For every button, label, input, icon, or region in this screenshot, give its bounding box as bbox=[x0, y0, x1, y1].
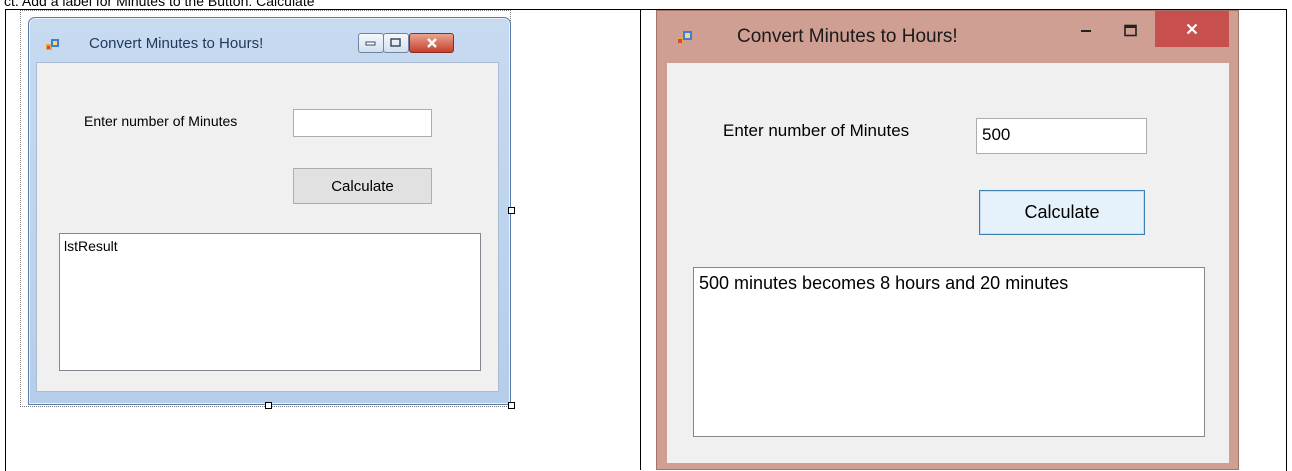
app-icon bbox=[677, 31, 692, 44]
document-text-fragment: ct. Add a label for Minutes to the Butto… bbox=[4, 0, 315, 9]
maximize-icon bbox=[1124, 24, 1137, 37]
resize-handle-corner[interactable] bbox=[508, 402, 515, 409]
right-calculate-button[interactable]: Calculate bbox=[979, 190, 1145, 235]
table-column-divider bbox=[640, 9, 641, 470]
minimize-icon bbox=[365, 41, 376, 46]
minimize-icon bbox=[1081, 30, 1091, 32]
maximize-icon bbox=[390, 38, 401, 47]
right-minutes-input[interactable]: 500 bbox=[976, 118, 1147, 154]
right-minutes-label: Enter number of Minutes bbox=[723, 121, 910, 140]
left-minutes-input[interactable] bbox=[293, 109, 432, 137]
right-window-title: Convert Minutes to Hours! bbox=[737, 26, 958, 47]
close-icon bbox=[1186, 23, 1198, 35]
left-result-listbox[interactable]: lstResult bbox=[59, 233, 481, 371]
left-window-title: Convert Minutes to Hours! bbox=[89, 35, 264, 52]
right-maximize-button[interactable] bbox=[1114, 18, 1148, 44]
left-maximize-button[interactable] bbox=[383, 33, 409, 53]
right-minimize-button[interactable] bbox=[1069, 18, 1103, 44]
close-icon bbox=[426, 38, 437, 48]
left-minimize-button[interactable] bbox=[358, 33, 384, 53]
resize-handle-right[interactable] bbox=[508, 207, 515, 214]
right-result-listbox[interactable]: 500 minutes becomes 8 hours and 20 minut… bbox=[693, 267, 1205, 437]
left-close-button[interactable] bbox=[409, 33, 454, 53]
right-close-button[interactable] bbox=[1155, 11, 1229, 47]
app-icon bbox=[46, 39, 59, 50]
list-item[interactable]: lstResult bbox=[64, 238, 476, 254]
left-minutes-label: Enter number of Minutes bbox=[84, 113, 238, 129]
left-calculate-button[interactable]: Calculate bbox=[293, 168, 432, 204]
list-item[interactable]: 500 minutes becomes 8 hours and 20 minut… bbox=[699, 273, 1199, 294]
resize-handle-bottom[interactable] bbox=[265, 402, 272, 409]
